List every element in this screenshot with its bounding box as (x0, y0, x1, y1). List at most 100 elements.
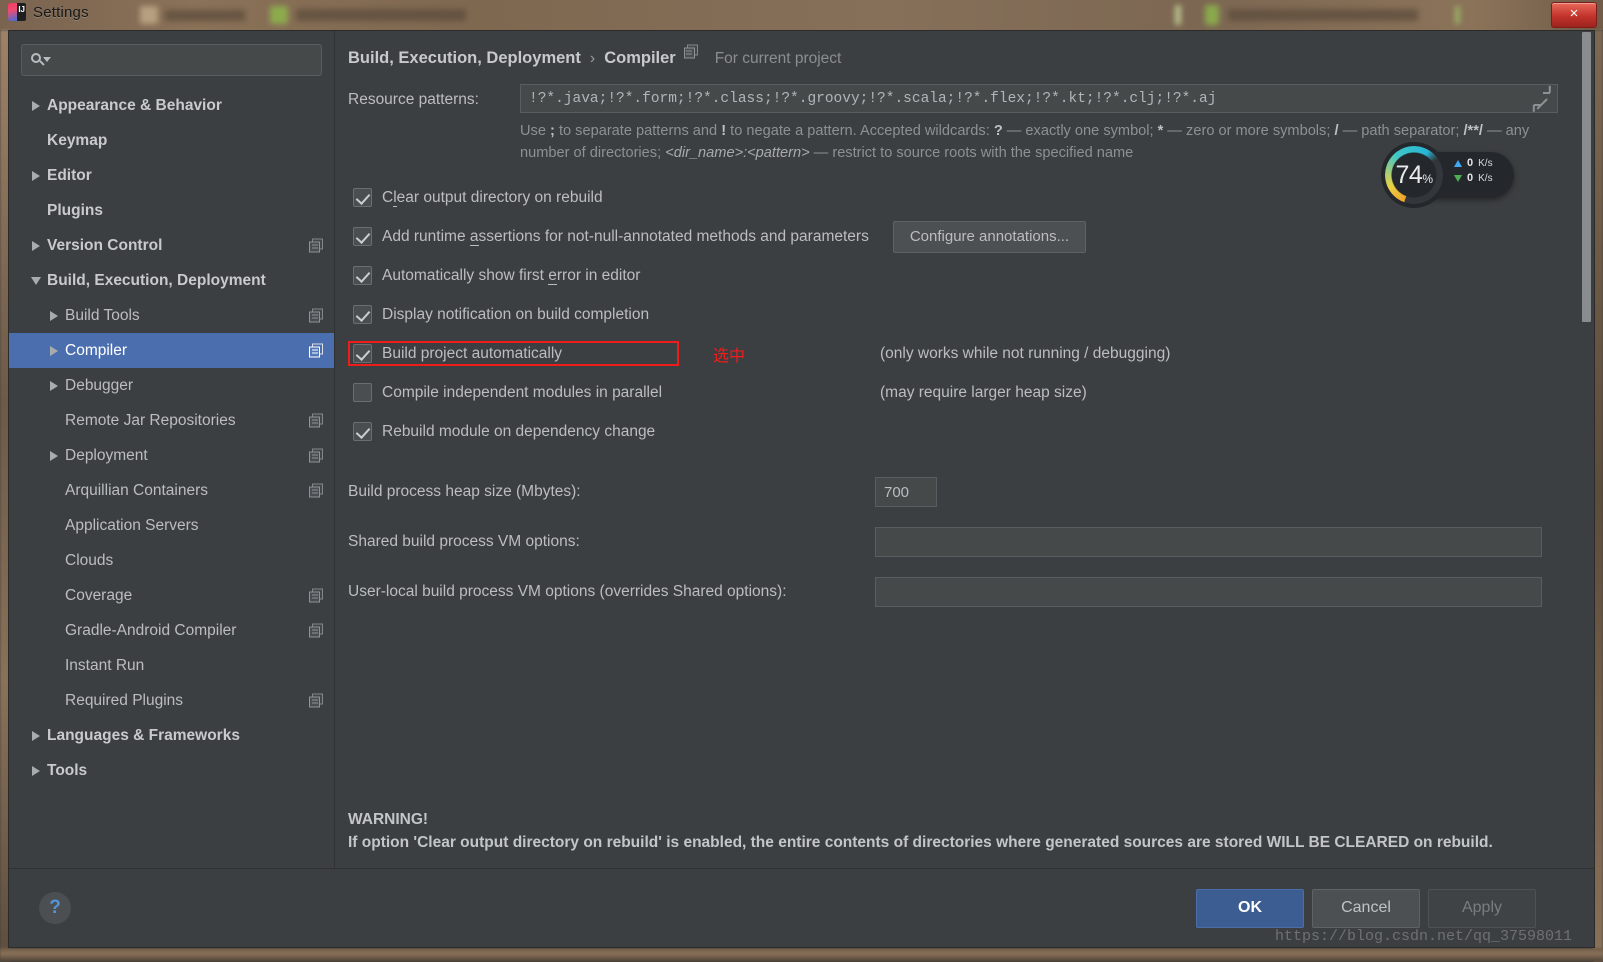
sidebar-item-required-plugins[interactable]: Required Plugins (9, 683, 334, 718)
chevron-right-icon[interactable] (43, 380, 65, 391)
checkbox-checked-icon[interactable] (353, 305, 372, 324)
sidebar-item-coverage[interactable]: Coverage (9, 578, 334, 613)
checkbox-row-build-project-automatically: Build project automatically 选中 (only works… (348, 334, 1594, 373)
sidebar-item-label: Debugger (65, 376, 134, 394)
sidebar-item-label: Remote Jar Repositories (65, 411, 236, 429)
hint-text-3: to negate a pattern. Accepted wildcards: (726, 123, 994, 139)
sidebar-item-remote-jar-repositories[interactable]: Remote Jar Repositories (9, 403, 334, 438)
settings-dialog: Appearance & Behavior Keymap Editor Plugins… (8, 30, 1595, 948)
checkbox-label-pre: Rebuild module on dependency change (382, 422, 656, 440)
shared-vm-input[interactable] (875, 527, 1542, 557)
checkbox-compile-independent-modules-in-parallel[interactable]: Compile independent modules in parallel (348, 380, 668, 405)
screen-root: Settings × Appearance & Behavior Keymap Ed… (0, 0, 1603, 962)
module-scope-icon (309, 623, 324, 638)
module-scope-icon (309, 343, 324, 358)
sidebar-item-build-execution-deployment[interactable]: Build, Execution, Deployment (9, 263, 334, 298)
help-button[interactable]: ? (39, 892, 71, 924)
chevron-right-icon[interactable] (25, 100, 47, 111)
upload-speed-value: 0 (1467, 157, 1474, 169)
sidebar-item-plugins[interactable]: Plugins (9, 193, 334, 228)
checkbox-label-post: ear output directory on rebuild (396, 188, 603, 206)
checkbox-unchecked-icon[interactable] (353, 383, 372, 402)
checkbox-label: Display notification on build completion (382, 306, 649, 324)
checkbox-display-notification-on-build-completion[interactable]: Display notification on build completion (348, 302, 655, 327)
checkbox-note: (may require larger heap size) (880, 383, 1087, 401)
download-speed-row: 0 K/s (1454, 172, 1493, 184)
search-box[interactable] (21, 44, 322, 76)
checkbox-add-runtime-assertions-for-not-null-annota[interactable]: Add runtime assertions for not-null-anno… (348, 224, 875, 249)
chevron-right-icon[interactable] (25, 170, 47, 181)
heap-size-row: Build process heap size (Mbytes): (348, 467, 1594, 517)
chevron-right-icon[interactable] (25, 240, 47, 251)
expand-icon[interactable] (1533, 85, 1551, 113)
breadcrumb-parent[interactable]: Build, Execution, Deployment (348, 49, 581, 68)
sidebar-item-version-control[interactable]: Version Control (9, 228, 334, 263)
configure-annotations-button[interactable]: Configure annotations... (892, 220, 1087, 253)
hint-text-1: Use (520, 123, 551, 139)
sidebar-item-label: Deployment (65, 446, 148, 464)
chevron-right-icon[interactable] (43, 450, 65, 461)
main-scrollbar-thumb[interactable] (1582, 32, 1591, 322)
user-vm-label: User-local build process VM options (ove… (348, 583, 787, 600)
sidebar-item-deployment[interactable]: Deployment (9, 438, 334, 473)
sidebar-item-compiler[interactable]: Compiler (9, 333, 334, 368)
window-titlebar: Settings × (0, 0, 1603, 30)
window-title-group: Settings (8, 3, 89, 21)
checkbox-build-project-automatically[interactable]: Build project automatically (348, 341, 679, 366)
sidebar-item-appearance-behavior[interactable]: Appearance & Behavior (9, 88, 334, 123)
sidebar-item-editor[interactable]: Editor (9, 158, 334, 193)
window-close-button[interactable]: × (1551, 2, 1597, 28)
user-vm-input[interactable] (875, 577, 1542, 607)
sidebar-item-arquillian-containers[interactable]: Arquillian Containers (9, 473, 334, 508)
search-icon (30, 52, 52, 68)
checkbox-label: Rebuild module on dependency change (382, 423, 655, 441)
sidebar-item-label: Instant Run (65, 656, 145, 674)
chevron-right-icon[interactable] (43, 310, 65, 321)
shared-vm-row: Shared build process VM options: (348, 517, 1594, 567)
ok-button[interactable]: OK (1196, 888, 1304, 928)
checkbox-checked-icon[interactable] (353, 227, 372, 246)
resource-patterns-field[interactable]: !?*.java;!?*.form;!?*.class;!?*.groovy;!… (520, 84, 1558, 113)
sidebar-item-debugger[interactable]: Debugger (9, 368, 334, 403)
resource-patterns-value: !?*.java;!?*.form;!?*.class;!?*.groovy;!… (529, 90, 1217, 107)
checkbox-label-pre: Automatically show first (382, 266, 549, 284)
background-bottom-edge (0, 948, 1603, 962)
sidebar-item-build-tools[interactable]: Build Tools (9, 298, 334, 333)
watermark-url: https://blog.csdn.net/qq_37598011 (1274, 928, 1572, 945)
search-input[interactable] (52, 51, 313, 69)
sidebar-item-gradle-android-compiler[interactable]: Gradle-Android Compiler (9, 613, 334, 648)
checkbox-label: Build project automatically (382, 345, 562, 363)
chevron-right-icon[interactable] (25, 730, 47, 741)
window-title: Settings (33, 3, 89, 21)
main-scrollbar[interactable] (1580, 32, 1593, 867)
checkbox-checked-icon[interactable] (353, 188, 372, 207)
chevron-down-icon[interactable] (25, 276, 47, 285)
hint-double-star: /**/ (1463, 123, 1483, 139)
checkbox-clear-output-directory-on-rebuild[interactable]: Clear output directory on rebuild (348, 185, 609, 210)
settings-dialog-body: Appearance & Behavior Keymap Editor Plugins… (9, 31, 1594, 868)
network-speed-widget[interactable]: 74% 0 K/s 0 K/s (1381, 142, 1514, 208)
checkbox-checked-icon[interactable] (353, 344, 372, 363)
checkbox-checked-icon[interactable] (353, 266, 372, 285)
resource-patterns-row: Resource patterns: !?*.java;!?*.form;!?*… (348, 84, 1594, 113)
warning-title: WARNING! (348, 811, 429, 828)
checkbox-automatically-show-first-error-in-editor[interactable]: Automatically show first error in editor (348, 263, 646, 288)
sidebar-item-languages-frameworks[interactable]: Languages & Frameworks (9, 718, 334, 753)
checkbox-checked-icon[interactable] (353, 422, 372, 441)
heap-size-label: Build process heap size (Mbytes): (348, 483, 581, 500)
checkbox-label-post: rror in editor (556, 266, 641, 284)
sidebar-item-tools[interactable]: Tools (9, 753, 334, 788)
module-scope-icon (309, 238, 324, 253)
sidebar-item-clouds[interactable]: Clouds (9, 543, 334, 578)
sidebar-item-application-servers[interactable]: Application Servers (9, 508, 334, 543)
sidebar-item-keymap[interactable]: Keymap (9, 123, 334, 158)
heap-size-input[interactable] (875, 477, 937, 507)
settings-sidebar: Appearance & Behavior Keymap Editor Plugins… (9, 31, 335, 868)
checkbox-rebuild-module-on-dependency-change[interactable]: Rebuild module on dependency change (348, 419, 661, 444)
sidebar-item-instant-run[interactable]: Instant Run (9, 648, 334, 683)
chevron-right-icon[interactable] (25, 765, 47, 776)
cancel-button[interactable]: Cancel (1312, 888, 1420, 928)
chevron-right-icon[interactable] (43, 345, 65, 356)
user-vm-row: User-local build process VM options (ove… (348, 567, 1594, 617)
checkbox-label-mnemonic: a (469, 227, 479, 246)
